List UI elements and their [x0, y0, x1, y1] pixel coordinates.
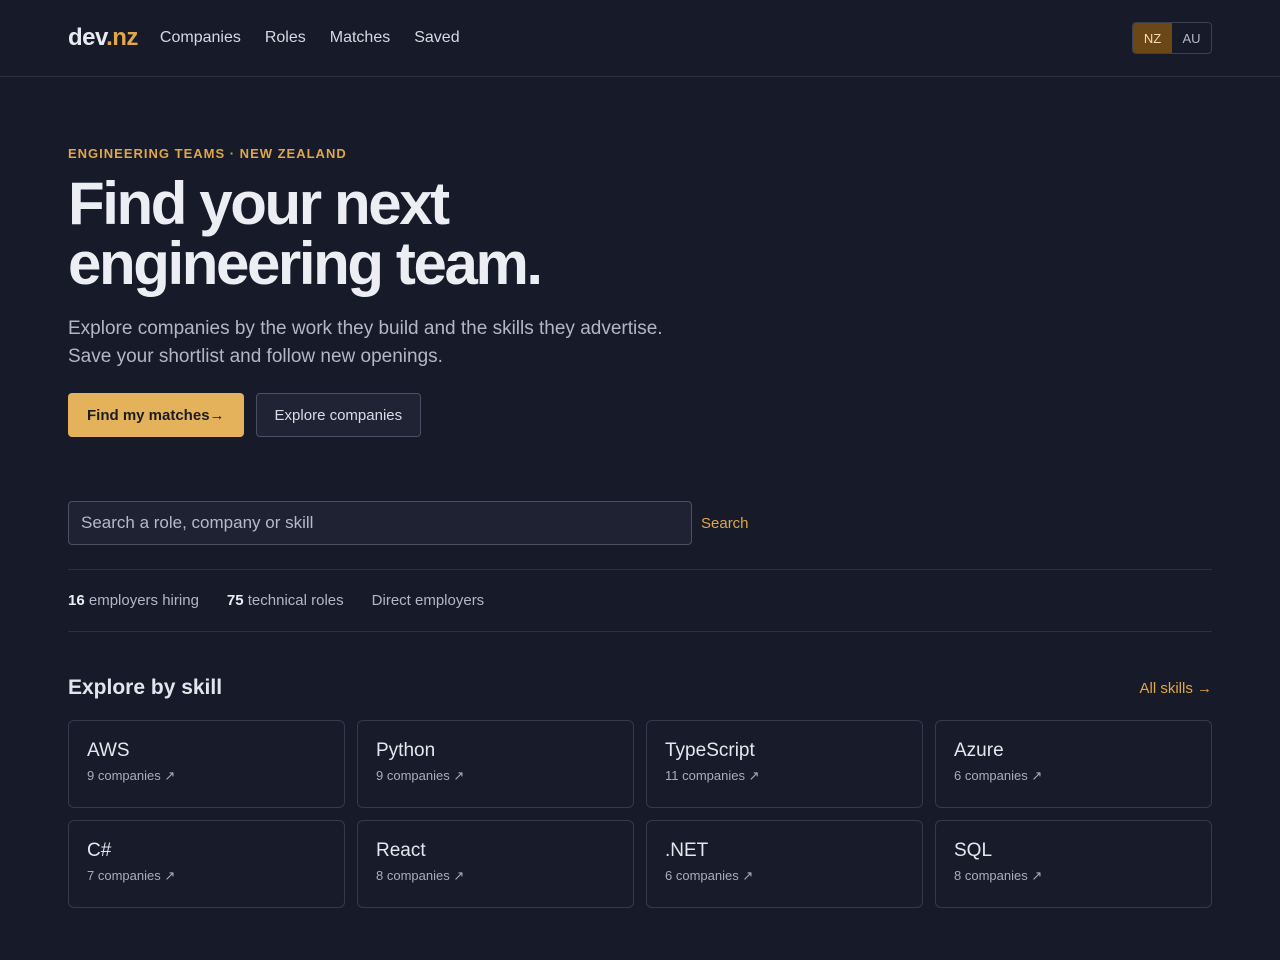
hero-title-line2: engineering team. [68, 230, 543, 297]
stats-bar: 16 employers hiring 75 technical roles D… [68, 569, 1212, 632]
skill-name: Python [376, 740, 436, 761]
search-input[interactable] [68, 501, 692, 545]
nav-companies[interactable]: Companies [160, 29, 241, 47]
skill-count: 7 companies ↗ [87, 868, 176, 883]
cta-row: Find my matches→ Explore companies [68, 393, 1212, 437]
nav-saved[interactable]: Saved [414, 29, 459, 47]
region-nz-button[interactable]: NZ [1133, 23, 1172, 53]
logo-dev: dev [68, 24, 107, 51]
skills-grid: AWS 9 companies ↗ Python 9 companies ↗ T… [68, 720, 1212, 908]
skill-name: TypeScript [665, 740, 755, 761]
search-row: Search [68, 501, 1212, 545]
skills-header: Explore by skill All skills → [68, 676, 1212, 700]
skill-card-python[interactable]: Python 9 companies ↗ [357, 720, 634, 808]
skill-name: Azure [954, 740, 1004, 761]
nav-roles[interactable]: Roles [265, 29, 306, 47]
find-matches-button[interactable]: Find my matches→ [68, 393, 244, 437]
hero-subtitle: Explore companies by the work they build… [68, 315, 1212, 371]
region-au-button[interactable]: AU [1172, 23, 1211, 53]
stat-roles: 75 technical roles [227, 592, 344, 609]
skill-name: SQL [954, 840, 993, 861]
skill-card-sql[interactable]: SQL 8 companies ↗ [935, 820, 1212, 908]
stat-employers: 16 employers hiring [68, 592, 199, 609]
skill-name: AWS [87, 740, 130, 761]
skill-card-aws[interactable]: AWS 9 companies ↗ [68, 720, 345, 808]
skill-card-csharp[interactable]: C# 7 companies ↗ [68, 820, 345, 908]
logo-nz: .nz [106, 24, 138, 51]
hero-subtitle-line1: Explore companies by the work they build… [68, 318, 663, 339]
stat-direct: Direct employers [371, 592, 485, 609]
skill-card-azure[interactable]: Azure 6 companies ↗ [935, 720, 1212, 808]
stat-roles-count: 75 [226, 592, 244, 609]
stat-employers-label: employers hiring [88, 592, 199, 609]
skill-card-typescript[interactable]: TypeScript 11 companies ↗ [646, 720, 923, 808]
skill-count: 6 companies ↗ [954, 768, 1043, 783]
hero-subtitle-line2: Save your shortlist and follow new openi… [68, 346, 443, 367]
skill-count: 9 companies ↗ [87, 768, 176, 783]
hero-eyebrow: ENGINEERING TEAMS · NEW ZEALAND [68, 146, 347, 161]
stat-roles-label: technical roles [247, 592, 344, 609]
skill-name: C# [87, 840, 112, 861]
top-header: dev.nz Companies Roles Matches Saved NZ … [0, 0, 1280, 77]
main-content: ENGINEERING TEAMS · NEW ZEALAND Find you… [0, 146, 1280, 908]
search-button[interactable]: Search [701, 515, 749, 532]
region-toggle: NZ AU [1132, 22, 1212, 54]
skills-title: Explore by skill [68, 676, 223, 699]
nav-matches[interactable]: Matches [330, 29, 390, 47]
main-nav: Companies Roles Matches Saved [160, 29, 460, 47]
hero-title: Find your next engineering team. [68, 174, 1212, 294]
hero-title-line1: Find your next [68, 170, 450, 237]
all-skills-link[interactable]: All skills → [1139, 680, 1212, 697]
site-logo[interactable]: dev.nz [68, 24, 138, 52]
stat-employers-count: 16 [68, 592, 85, 609]
skill-count: 8 companies ↗ [954, 868, 1043, 883]
skill-name: React [376, 840, 426, 861]
skill-card-dotnet[interactable]: .NET 6 companies ↗ [646, 820, 923, 908]
skill-count: 9 companies ↗ [376, 768, 465, 783]
skill-count: 8 companies ↗ [376, 868, 465, 883]
skill-name: .NET [665, 840, 709, 861]
skill-count: 6 companies ↗ [665, 868, 754, 883]
explore-companies-button[interactable]: Explore companies [255, 393, 422, 437]
skill-count: 11 companies ↗ [665, 768, 760, 783]
skill-card-react[interactable]: React 8 companies ↗ [357, 820, 634, 908]
